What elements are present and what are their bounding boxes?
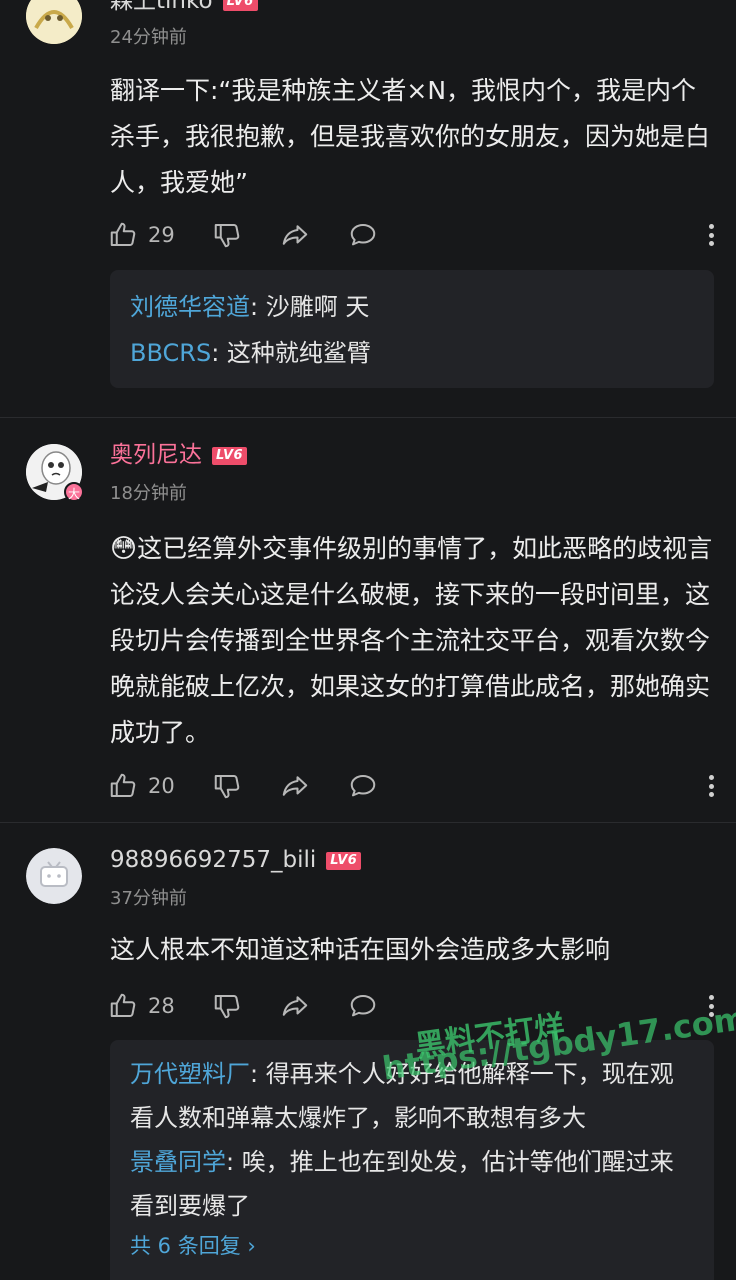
comment-actions: 28 bbox=[108, 989, 718, 1023]
more-vertical-icon bbox=[708, 775, 714, 780]
thumbs-up-icon bbox=[110, 773, 136, 797]
share-icon bbox=[282, 225, 308, 245]
more-vertical-icon bbox=[708, 995, 714, 1000]
share-icon bbox=[282, 996, 308, 1016]
reply-preview[interactable]: 刘德华容道: 沙雕啊 天 BBCRS: 这种就纯鲨臂 bbox=[110, 270, 714, 388]
like-count: 20 bbox=[148, 774, 175, 798]
like-count: 29 bbox=[148, 223, 175, 247]
comment-actions: 29 bbox=[108, 218, 718, 252]
username[interactable]: 98896692757_bili LV6 bbox=[110, 845, 362, 875]
flushed-emoji-icon: 😳 bbox=[110, 534, 138, 564]
comment-bubble-icon bbox=[350, 775, 376, 797]
avatar[interactable] bbox=[26, 0, 82, 44]
avatar[interactable] bbox=[26, 848, 82, 904]
timestamp: 24分钟前 bbox=[110, 27, 187, 48]
share-button[interactable] bbox=[280, 218, 310, 252]
dislike-button[interactable] bbox=[212, 218, 242, 252]
reply-username[interactable]: 刘德华容道 bbox=[130, 293, 250, 321]
reply-item[interactable]: BBCRS: 这种就纯鲨臂 bbox=[130, 330, 694, 376]
like-button[interactable]: 29 bbox=[108, 218, 175, 252]
timestamp: 37分钟前 bbox=[110, 888, 187, 909]
reply-item[interactable]: 景叠同学: 唉，推上也在到处发，估计等他们醒过来看到要爆了 bbox=[130, 1140, 694, 1228]
comment-text: 翻译一下:“我是种族主义者×N，我恨内个，我是内个杀手，我很抱歉，但是我喜欢你的… bbox=[110, 76, 711, 197]
avatar-badge: 大 bbox=[64, 482, 84, 502]
more-vertical-icon bbox=[708, 224, 714, 229]
thumbs-up-icon bbox=[110, 222, 136, 246]
more-options-button[interactable] bbox=[704, 991, 718, 1021]
thumbs-up-icon bbox=[110, 993, 136, 1017]
username[interactable]: 森上tinko LV6 bbox=[110, 0, 258, 16]
more-options-button[interactable] bbox=[704, 771, 718, 801]
thumbs-down-icon bbox=[214, 224, 240, 248]
comment-text: 😳这已经算外交事件级别的事情了，如此恶略的歧视言论没人会关心这是什么破梗，接下来… bbox=[110, 534, 713, 747]
thumbs-down-icon bbox=[214, 995, 240, 1019]
reply-button[interactable] bbox=[348, 218, 378, 252]
reply-username[interactable]: 万代塑料厂 bbox=[130, 1060, 250, 1088]
thumbs-down-icon bbox=[214, 775, 240, 799]
like-button[interactable]: 20 bbox=[108, 769, 175, 803]
comment-bubble-icon bbox=[350, 995, 376, 1017]
more-options-button[interactable] bbox=[704, 220, 718, 250]
like-button[interactable]: 28 bbox=[108, 989, 175, 1023]
comment-actions: 20 bbox=[108, 769, 718, 803]
divider bbox=[0, 822, 736, 823]
dislike-button[interactable] bbox=[212, 769, 242, 803]
comment-bubble-icon bbox=[350, 224, 376, 246]
share-button[interactable] bbox=[280, 769, 310, 803]
share-icon bbox=[282, 776, 308, 796]
username[interactable]: 奥列尼达 LV6 bbox=[110, 440, 248, 470]
view-all-replies-link[interactable]: 共 6 条回复 › bbox=[130, 1228, 694, 1264]
level-badge: LV6 bbox=[222, 0, 258, 11]
like-count: 28 bbox=[148, 994, 175, 1018]
reply-item[interactable]: 刘德华容道: 沙雕啊 天 bbox=[130, 284, 694, 330]
share-button[interactable] bbox=[280, 989, 310, 1023]
reply-preview[interactable]: 万代塑料厂: 得再来个人好好给他解释一下，现在观看人数和弹幕太爆炸了，影响不敢想… bbox=[110, 1040, 714, 1280]
level-badge: LV6 bbox=[326, 851, 362, 870]
avatar[interactable]: 大 bbox=[26, 444, 84, 502]
divider bbox=[0, 417, 736, 418]
comment-text: 这人根本不知道这种话在国外会造成多大影响 bbox=[110, 935, 611, 964]
reply-username[interactable]: BBCRS bbox=[130, 339, 211, 367]
timestamp: 18分钟前 bbox=[110, 483, 187, 504]
reply-button[interactable] bbox=[348, 989, 378, 1023]
reply-item[interactable]: 万代塑料厂: 得再来个人好好给他解释一下，现在观看人数和弹幕太爆炸了，影响不敢想… bbox=[130, 1052, 694, 1140]
level-badge: LV6 bbox=[212, 446, 248, 465]
dislike-button[interactable] bbox=[212, 989, 242, 1023]
reply-button[interactable] bbox=[348, 769, 378, 803]
reply-username[interactable]: 景叠同学 bbox=[130, 1148, 226, 1176]
